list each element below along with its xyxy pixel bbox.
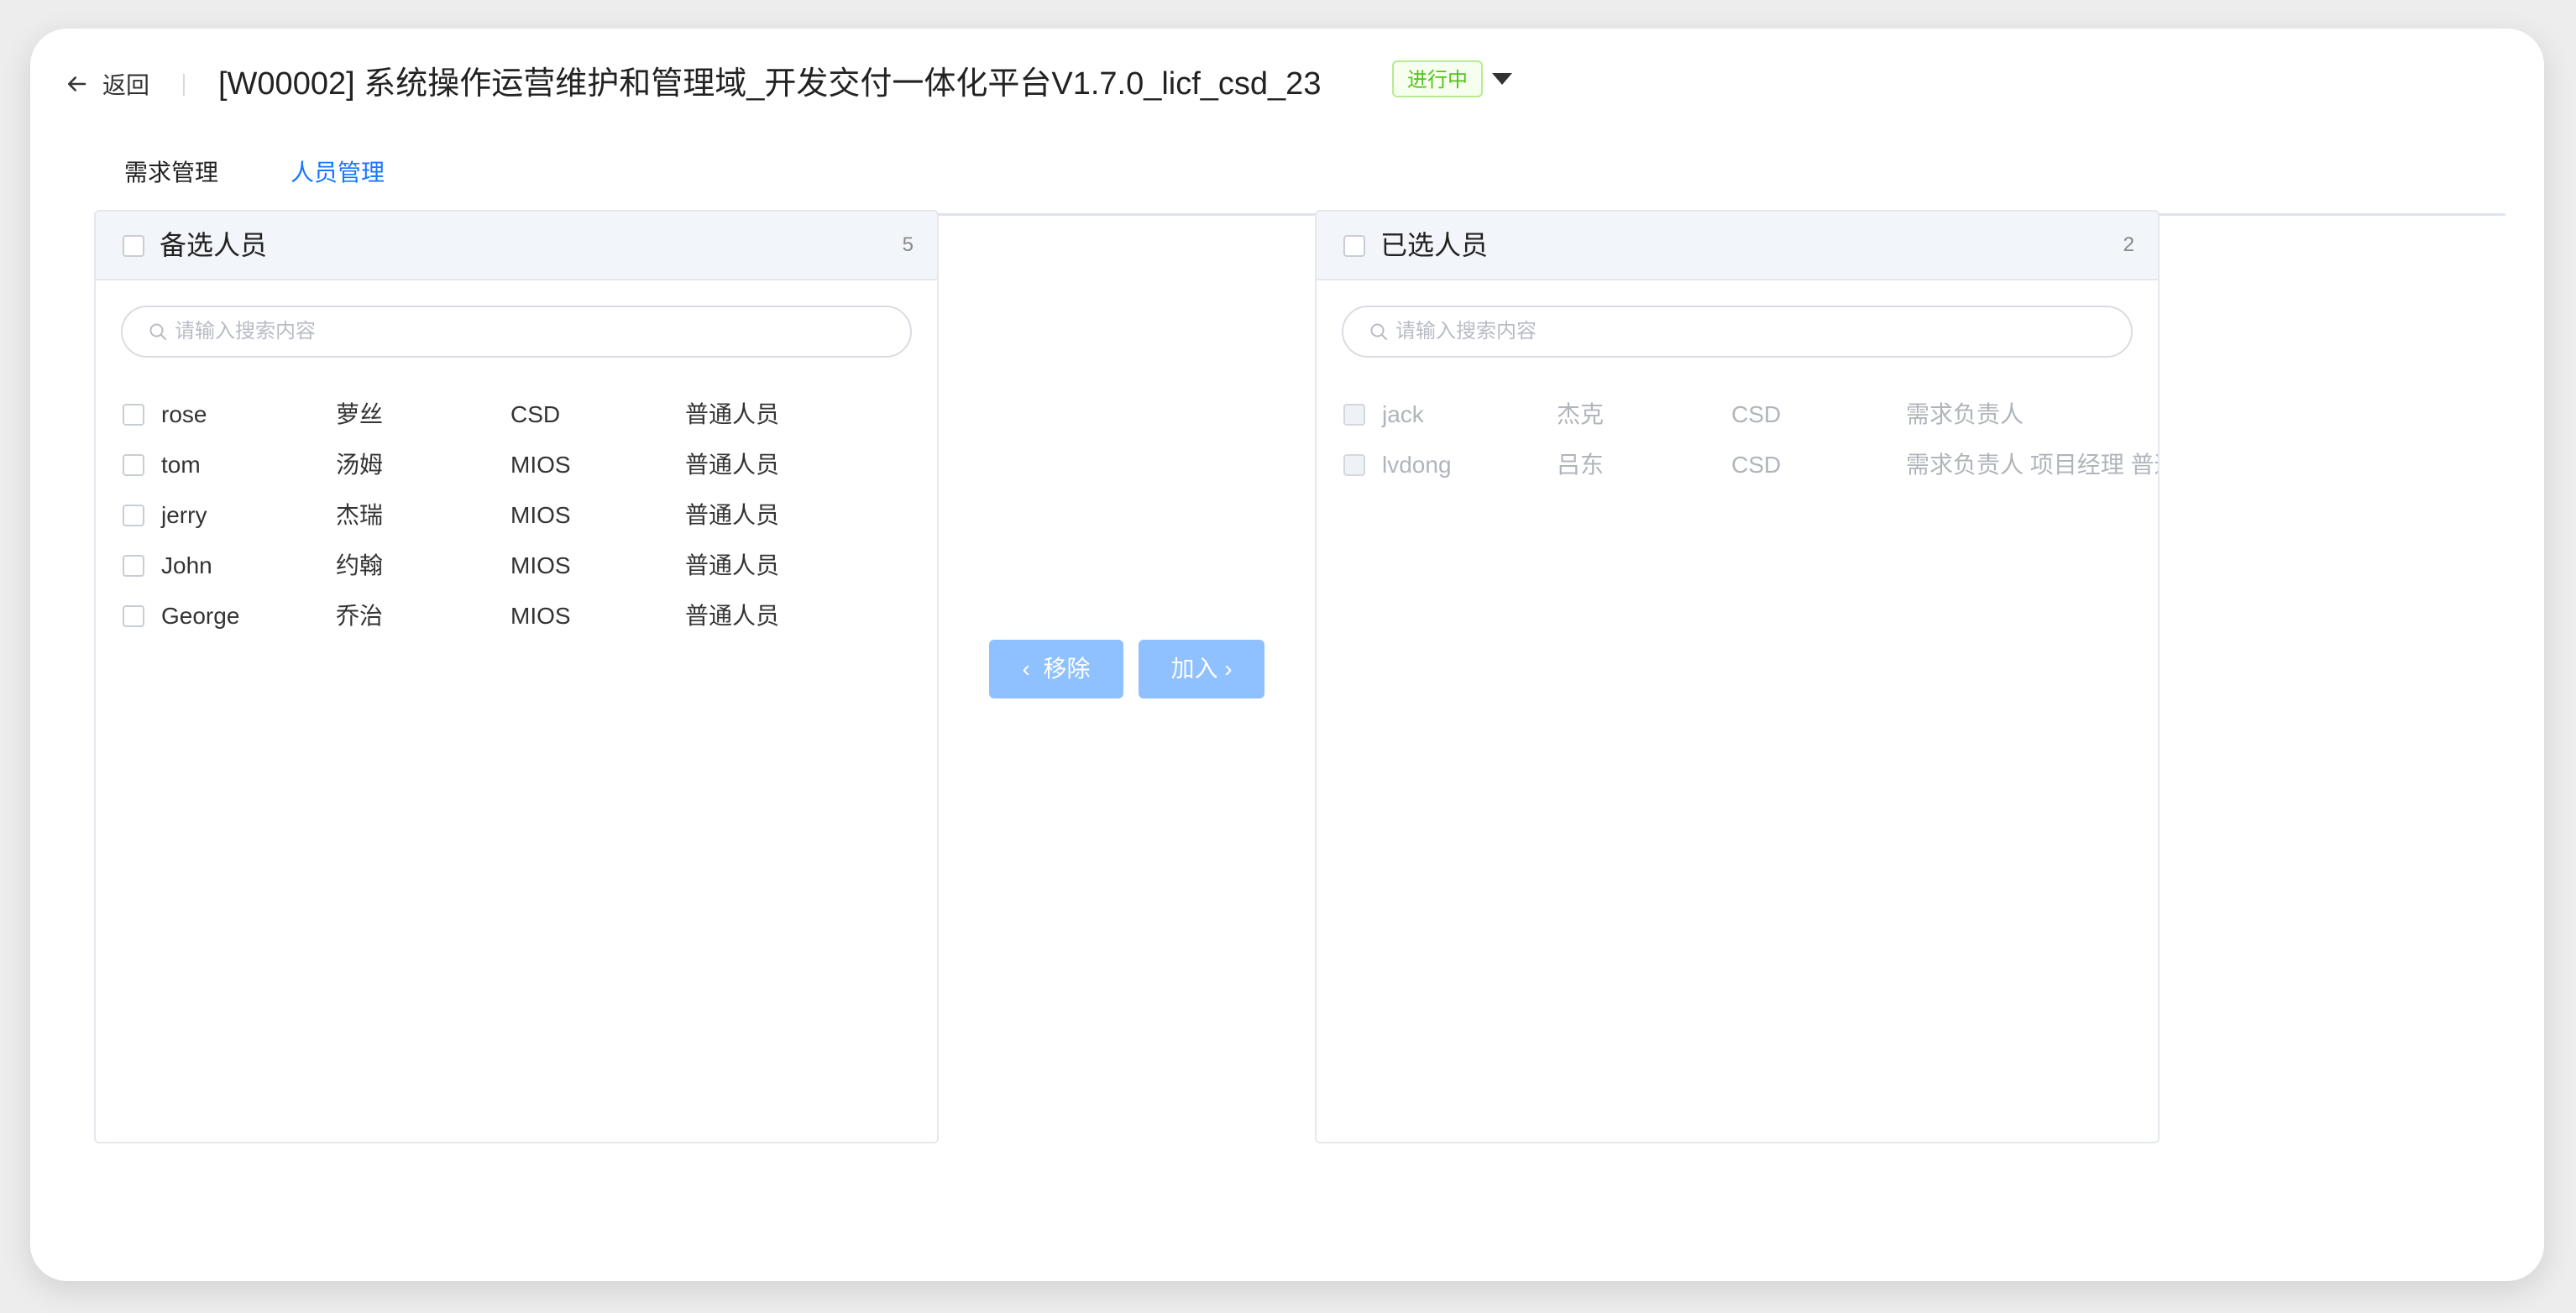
add-button-label: 加入 [1170, 656, 1218, 682]
selected-list-panel: 已选人员 2 jack 杰克 CSD 需求负责人 lvdong 吕东 CSD [1315, 210, 2160, 1143]
row-checkbox [1343, 404, 1365, 426]
account-cell: jack [1382, 401, 1424, 427]
selected-rows: jack 杰克 CSD 需求负责人 lvdong 吕东 CSD 需求负责人 项目… [1317, 390, 2158, 490]
candidate-rows: rose 萝丝 CSD 普通人员 tom 汤姆 MIOS 普通人员 jerry … [96, 390, 937, 641]
back-label: 返回 [102, 72, 150, 98]
account-cell: jerry [161, 502, 207, 528]
role-cell: 普通人员 [685, 452, 780, 478]
selected-search-input[interactable] [1395, 320, 2118, 343]
selected-search-box [1342, 306, 2133, 358]
row-checkbox[interactable] [123, 505, 144, 526]
org-cell: CSD [510, 401, 561, 427]
status-badge: 进行中 [1392, 60, 1483, 97]
select-all-selected-checkbox[interactable] [1343, 235, 1365, 257]
remove-button[interactable]: ‹ 移除 [989, 640, 1123, 698]
search-icon [149, 323, 166, 340]
role-cell: 普通人员 [685, 502, 780, 528]
candidate-panel-title: 备选人员 [160, 230, 268, 260]
selected-count: 2 [2123, 233, 2134, 256]
app-window: 返回 [W00002] 系统操作运营维护和管理域_开发交付一体化平台V1.7.0… [30, 29, 2544, 1281]
select-all-candidates-checkbox[interactable] [123, 235, 144, 257]
candidate-search-box [121, 306, 912, 358]
list-item: jack 杰克 CSD 需求负责人 [1317, 390, 2158, 440]
search-icon [1370, 323, 1387, 340]
org-cell: MIOS [510, 603, 571, 629]
name-cell: 杰瑞 [336, 502, 384, 528]
org-cell: MIOS [510, 452, 571, 478]
org-cell: CSD [1731, 401, 1782, 427]
name-cell: 杰克 [1557, 401, 1605, 427]
role-cell: 需求负责人 [1906, 401, 2024, 427]
page-title: [W00002] 系统操作运营维护和管理域_开发交付一体化平台V1.7.0_li… [218, 66, 1322, 102]
list-item[interactable]: jerry 杰瑞 MIOS 普通人员 [96, 490, 937, 541]
list-item[interactable]: John 约翰 MIOS 普通人员 [96, 541, 937, 591]
back-button[interactable]: 返回 [64, 62, 149, 106]
account-cell: John [161, 552, 212, 578]
row-checkbox [1343, 454, 1365, 476]
org-cell: CSD [1731, 452, 1782, 478]
account-cell: lvdong [1382, 452, 1452, 478]
list-item[interactable]: tom 汤姆 MIOS 普通人员 [96, 440, 937, 490]
account-cell: rose [161, 401, 207, 427]
org-cell: MIOS [510, 552, 571, 578]
selected-panel-header: 已选人员 2 [1317, 212, 2158, 280]
tab-bar: 需求管理 人员管理 [94, 136, 2505, 216]
list-item[interactable]: rose 萝丝 CSD 普通人员 [96, 390, 937, 440]
arrow-left-icon [68, 76, 86, 92]
caret-down-icon[interactable] [1490, 69, 1515, 89]
name-cell: 乔治 [336, 603, 384, 629]
list-item[interactable]: George 乔治 MIOS 普通人员 [96, 591, 937, 641]
name-cell: 约翰 [336, 552, 384, 578]
chevron-right-icon: › [1224, 656, 1233, 682]
candidate-search-input[interactable] [175, 320, 897, 343]
candidate-panel-header: 备选人员 5 [96, 212, 937, 280]
name-cell: 萝丝 [336, 401, 384, 427]
add-button[interactable]: 加入 › [1139, 640, 1264, 698]
role-cell: 需求负责人 项目经理 普通人员 [1906, 452, 2158, 478]
remove-button-label: 移除 [1043, 656, 1091, 682]
name-cell: 吕东 [1557, 452, 1605, 478]
role-cell: 普通人员 [685, 552, 780, 578]
candidate-count: 5 [902, 233, 914, 256]
row-checkbox[interactable] [123, 404, 144, 426]
role-cell: 普通人员 [685, 401, 780, 427]
row-checkbox[interactable] [123, 605, 144, 627]
row-checkbox[interactable] [123, 454, 144, 476]
list-item: lvdong 吕东 CSD 需求负责人 项目经理 普通人员 [1317, 440, 2158, 490]
row-checkbox[interactable] [123, 555, 144, 577]
name-cell: 汤姆 [336, 452, 384, 478]
tab-personnel-management[interactable]: 人员管理 [291, 136, 385, 216]
role-cell: 普通人员 [685, 603, 780, 629]
org-cell: MIOS [510, 502, 571, 528]
header-divider [183, 74, 185, 96]
selected-panel-title: 已选人员 [1380, 230, 1489, 260]
candidate-list-panel: 备选人员 5 rose 萝丝 CSD 普通人员 tom 汤姆 MIOS [94, 210, 939, 1143]
tab-requirement-management[interactable]: 需求管理 [124, 136, 218, 213]
account-cell: George [161, 603, 240, 629]
account-cell: tom [161, 452, 201, 478]
chevron-left-icon: ‹ [1022, 656, 1030, 682]
